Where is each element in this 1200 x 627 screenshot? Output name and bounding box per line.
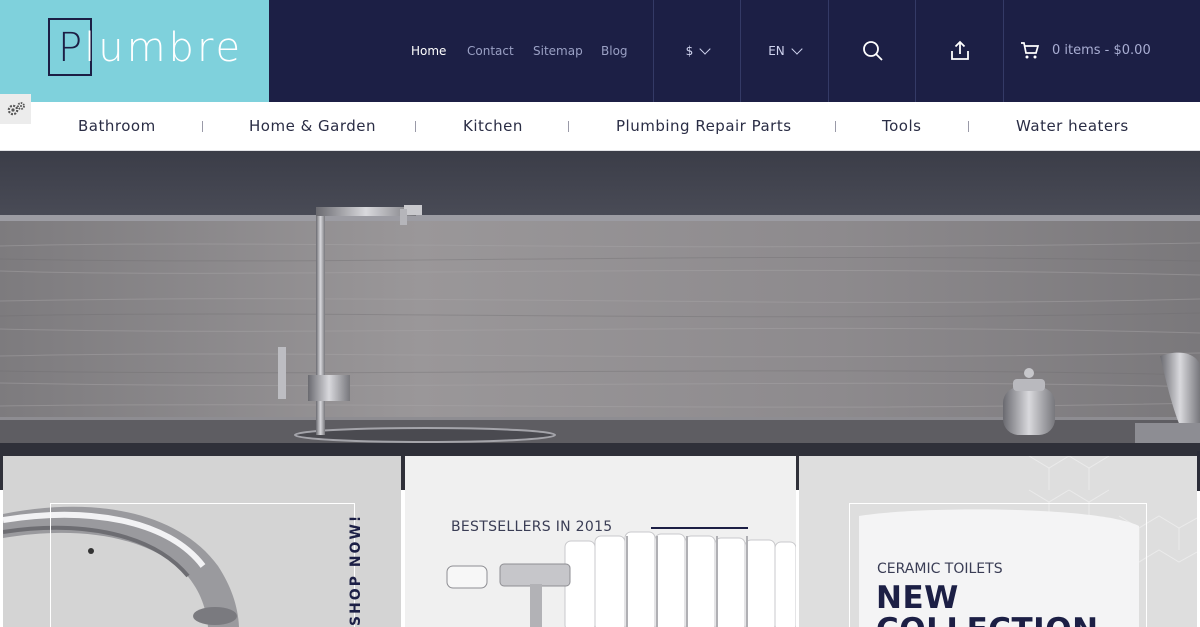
logo[interactable]: Plumbre xyxy=(48,18,243,78)
chevron-down-icon xyxy=(791,42,803,55)
category-separator xyxy=(202,121,203,132)
hero-banner[interactable] xyxy=(0,151,1200,490)
category-separator xyxy=(968,121,969,132)
language-value: EN xyxy=(768,44,785,58)
category-tools[interactable]: Tools xyxy=(882,117,921,135)
promo-tile-bestsellers[interactable]: BESTSELLERS IN 2015 xyxy=(405,456,796,627)
chevron-down-icon xyxy=(699,42,711,55)
share-button[interactable] xyxy=(915,0,1003,102)
share-upload-icon xyxy=(950,40,969,60)
currency-dropdown[interactable]: $ xyxy=(653,0,741,102)
ceramic-eyebrow: CERAMIC TOILETS xyxy=(877,561,1003,577)
tile-frame xyxy=(50,503,355,627)
promo-tile-ceramic-toilets[interactable]: CERAMIC TOILETS NEW COLLECTION xyxy=(799,456,1197,627)
currency-value: $ xyxy=(685,44,694,58)
nav-home[interactable]: Home xyxy=(411,44,446,58)
site-header: Plumbre Home Contact Sitemap Blog $ EN 0 xyxy=(0,0,1200,102)
search-button[interactable] xyxy=(828,0,916,102)
logo-word: lumbre xyxy=(84,25,244,71)
nav-contact[interactable]: Contact xyxy=(467,44,514,58)
cart-summary: 0 items - $0.00 xyxy=(1052,42,1151,58)
category-separator xyxy=(415,121,416,132)
cart-button[interactable]: 0 items - $0.00 xyxy=(1020,40,1151,60)
category-plumbing-repair-parts[interactable]: Plumbing Repair Parts xyxy=(616,117,792,135)
shop-now-link[interactable]: SHOP NOW! xyxy=(348,514,364,626)
category-bathroom[interactable]: Bathroom xyxy=(78,117,156,135)
radiator-image xyxy=(405,456,796,627)
nav-blog[interactable]: Blog xyxy=(601,44,628,58)
title-line-1: NEW xyxy=(876,580,959,616)
nav-sitemap[interactable]: Sitemap xyxy=(533,44,583,58)
category-separator xyxy=(568,121,569,132)
search-icon xyxy=(862,41,883,61)
gears-icon xyxy=(7,102,25,116)
category-separator xyxy=(835,121,836,132)
promo-tile-shop-now[interactable]: SHOP NOW! xyxy=(3,456,401,627)
logo-area[interactable]: Plumbre xyxy=(0,0,269,102)
cart-icon xyxy=(1021,42,1040,59)
category-kitchen[interactable]: Kitchen xyxy=(463,117,523,135)
category-water-heaters[interactable]: Water heaters xyxy=(1016,117,1129,135)
logo-text: Plumbre xyxy=(48,18,243,78)
bestsellers-eyebrow: BESTSELLERS IN 2015 xyxy=(451,519,613,535)
promo-tiles: SHOP NOW! BESTSELLERS IN 2015 CERAMIC TO… xyxy=(0,456,1200,627)
title-line-2: COLLECTION xyxy=(876,614,1099,627)
language-dropdown[interactable]: EN xyxy=(740,0,828,102)
settings-tab[interactable] xyxy=(0,94,31,124)
collection-title: NEW COLLECTION xyxy=(876,582,1099,627)
eyebrow-divider xyxy=(651,527,748,529)
hero-kitchen-image xyxy=(0,151,1200,490)
category-home-garden[interactable]: Home & Garden xyxy=(249,117,376,135)
logo-letter: P xyxy=(58,25,85,71)
category-navigation: Bathroom Home & Garden Kitchen Plumbing … xyxy=(0,102,1200,151)
